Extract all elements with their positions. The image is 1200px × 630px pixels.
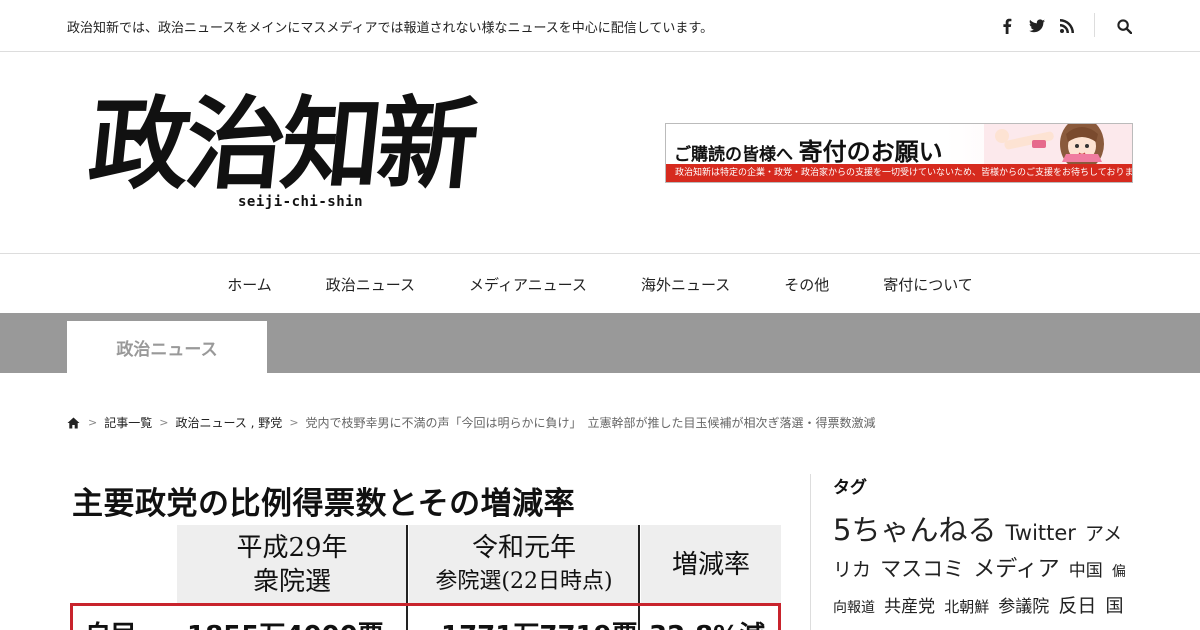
social-links [992, 14, 1082, 38]
category-band: 政治ニュース [0, 313, 1200, 373]
table-header-rate: 増減率 [641, 525, 781, 605]
tag-link[interactable]: マスコミ [880, 557, 964, 581]
rss-icon[interactable] [1052, 14, 1082, 38]
table-header-r1-line1: 令和元年 [471, 533, 576, 563]
category-label: 政治ニュース [67, 321, 267, 373]
banner-strip: 政治知新は特定の企業・政党・政治家からの支援を一切受けていないため、皆様からのご… [666, 164, 1132, 182]
nav-item-overseas-news[interactable]: 海外ニュース [641, 274, 730, 295]
main-nav: ホーム 政治ニュース メディアニュース 海外ニュース その他 寄付について [0, 255, 1200, 313]
banner-main: ご購読の皆様へ 寄付のお願い [666, 124, 1132, 167]
tag-cloud: 5ちゃんねる Twitter アメリカ マスコミ メディア 中国 偏向報道 共産… [833, 513, 1133, 630]
table-cell-rate: 32.8%減 [649, 615, 765, 630]
anime-girl-illustration [984, 124, 1132, 164]
table-header-h29-line2: 衆院選 [252, 567, 331, 597]
chevron-right-icon: > [289, 416, 299, 429]
sidebar-divider [810, 474, 811, 630]
search-icon[interactable] [1112, 14, 1136, 38]
table-header-h29: 平成29年 衆院選 [177, 525, 407, 605]
tag-link[interactable]: 反日 [1058, 595, 1096, 617]
breadcrumb-articles[interactable]: 記事一覧 [104, 414, 152, 431]
breadcrumb-current: 党内で枝野幸男に不満の声「今回は明らかに負け」 立憲幹部が推した目玉候補が相次ぎ… [305, 416, 876, 430]
table-header-r1-line2: 参院選(22日時点) [435, 569, 613, 594]
table-header-rate-label: 増減率 [671, 550, 750, 580]
twitter-icon[interactable] [1022, 14, 1052, 38]
tag-link[interactable]: 中国 [1069, 561, 1103, 581]
table-header-h29-line1: 平成29年 [236, 533, 348, 563]
article-featured-image: 主要政党の比例得票数とその増減率 平成29年 衆院選 令和元年 参院選(22日時… [67, 470, 787, 630]
site-header: 政治知新 seiji-chi-shin ご購読の皆様へ 寄付のお願い 政治知新は… [0, 52, 1200, 254]
tag-link[interactable]: 共産党 [884, 597, 935, 617]
table-cell-v1: 1855万4000票 [187, 615, 384, 630]
home-icon[interactable] [67, 416, 81, 430]
top-bar: 政治知新では、政治ニュースをメインにマスメディアでは報道されない様なニュースを中… [0, 0, 1200, 52]
table-cell-party: 自民 [85, 615, 137, 630]
breadcrumb: > 記事一覧 > 政治ニュース , 野党 > 党内で枝野幸男に不満の声「今回は明… [67, 414, 876, 431]
tag-link[interactable]: 5ちゃんねる [833, 513, 996, 547]
nav-item-politics-news[interactable]: 政治ニュース [326, 274, 415, 295]
tag-link[interactable]: Twitter [1006, 521, 1076, 545]
tag-link[interactable]: メディア [973, 557, 1059, 582]
nav-item-media-news[interactable]: メディアニュース [469, 274, 587, 295]
nav-item-other[interactable]: その他 [784, 274, 829, 295]
banner-headline: 寄付のお願い [798, 137, 943, 166]
nav-item-donation[interactable]: 寄付について [883, 274, 973, 295]
tag-link[interactable]: 参議院 [998, 597, 1049, 617]
banner-greeting: ご購読の皆様へ [674, 145, 793, 165]
tag-link[interactable]: 北朝鮮 [944, 598, 989, 616]
logo-text: 政治知新 [83, 85, 481, 203]
table-cell-v2: 1771万7719票 [441, 615, 638, 630]
breadcrumb-category[interactable]: 政治ニュース , 野党 [175, 414, 282, 431]
site-tagline: 政治知新では、政治ニュースをメインにマスメディアでは報道されない様なニュースを中… [67, 21, 714, 36]
logo-subtext: seiji-chi-shin [238, 194, 364, 210]
nav-item-home[interactable]: ホーム [227, 274, 272, 295]
image-title: 主要政党の比例得票数とその増減率 [72, 486, 576, 522]
banner-title: ご購読の皆様へ 寄付のお願い [674, 132, 943, 167]
chevron-right-icon: > [88, 416, 98, 429]
table-header-r1: 令和元年 参院選(22日時点) [409, 525, 639, 605]
donation-banner[interactable]: ご購読の皆様へ 寄付のお願い 政治知新は特定の企業・政党・政治家からの支援を一切… [665, 123, 1133, 183]
facebook-icon[interactable] [992, 14, 1022, 38]
sidebar-title: タグ [833, 478, 867, 498]
topbar-divider [1094, 13, 1095, 37]
site-logo[interactable]: 政治知新 seiji-chi-shin [84, 84, 510, 219]
chevron-right-icon: > [159, 416, 169, 429]
